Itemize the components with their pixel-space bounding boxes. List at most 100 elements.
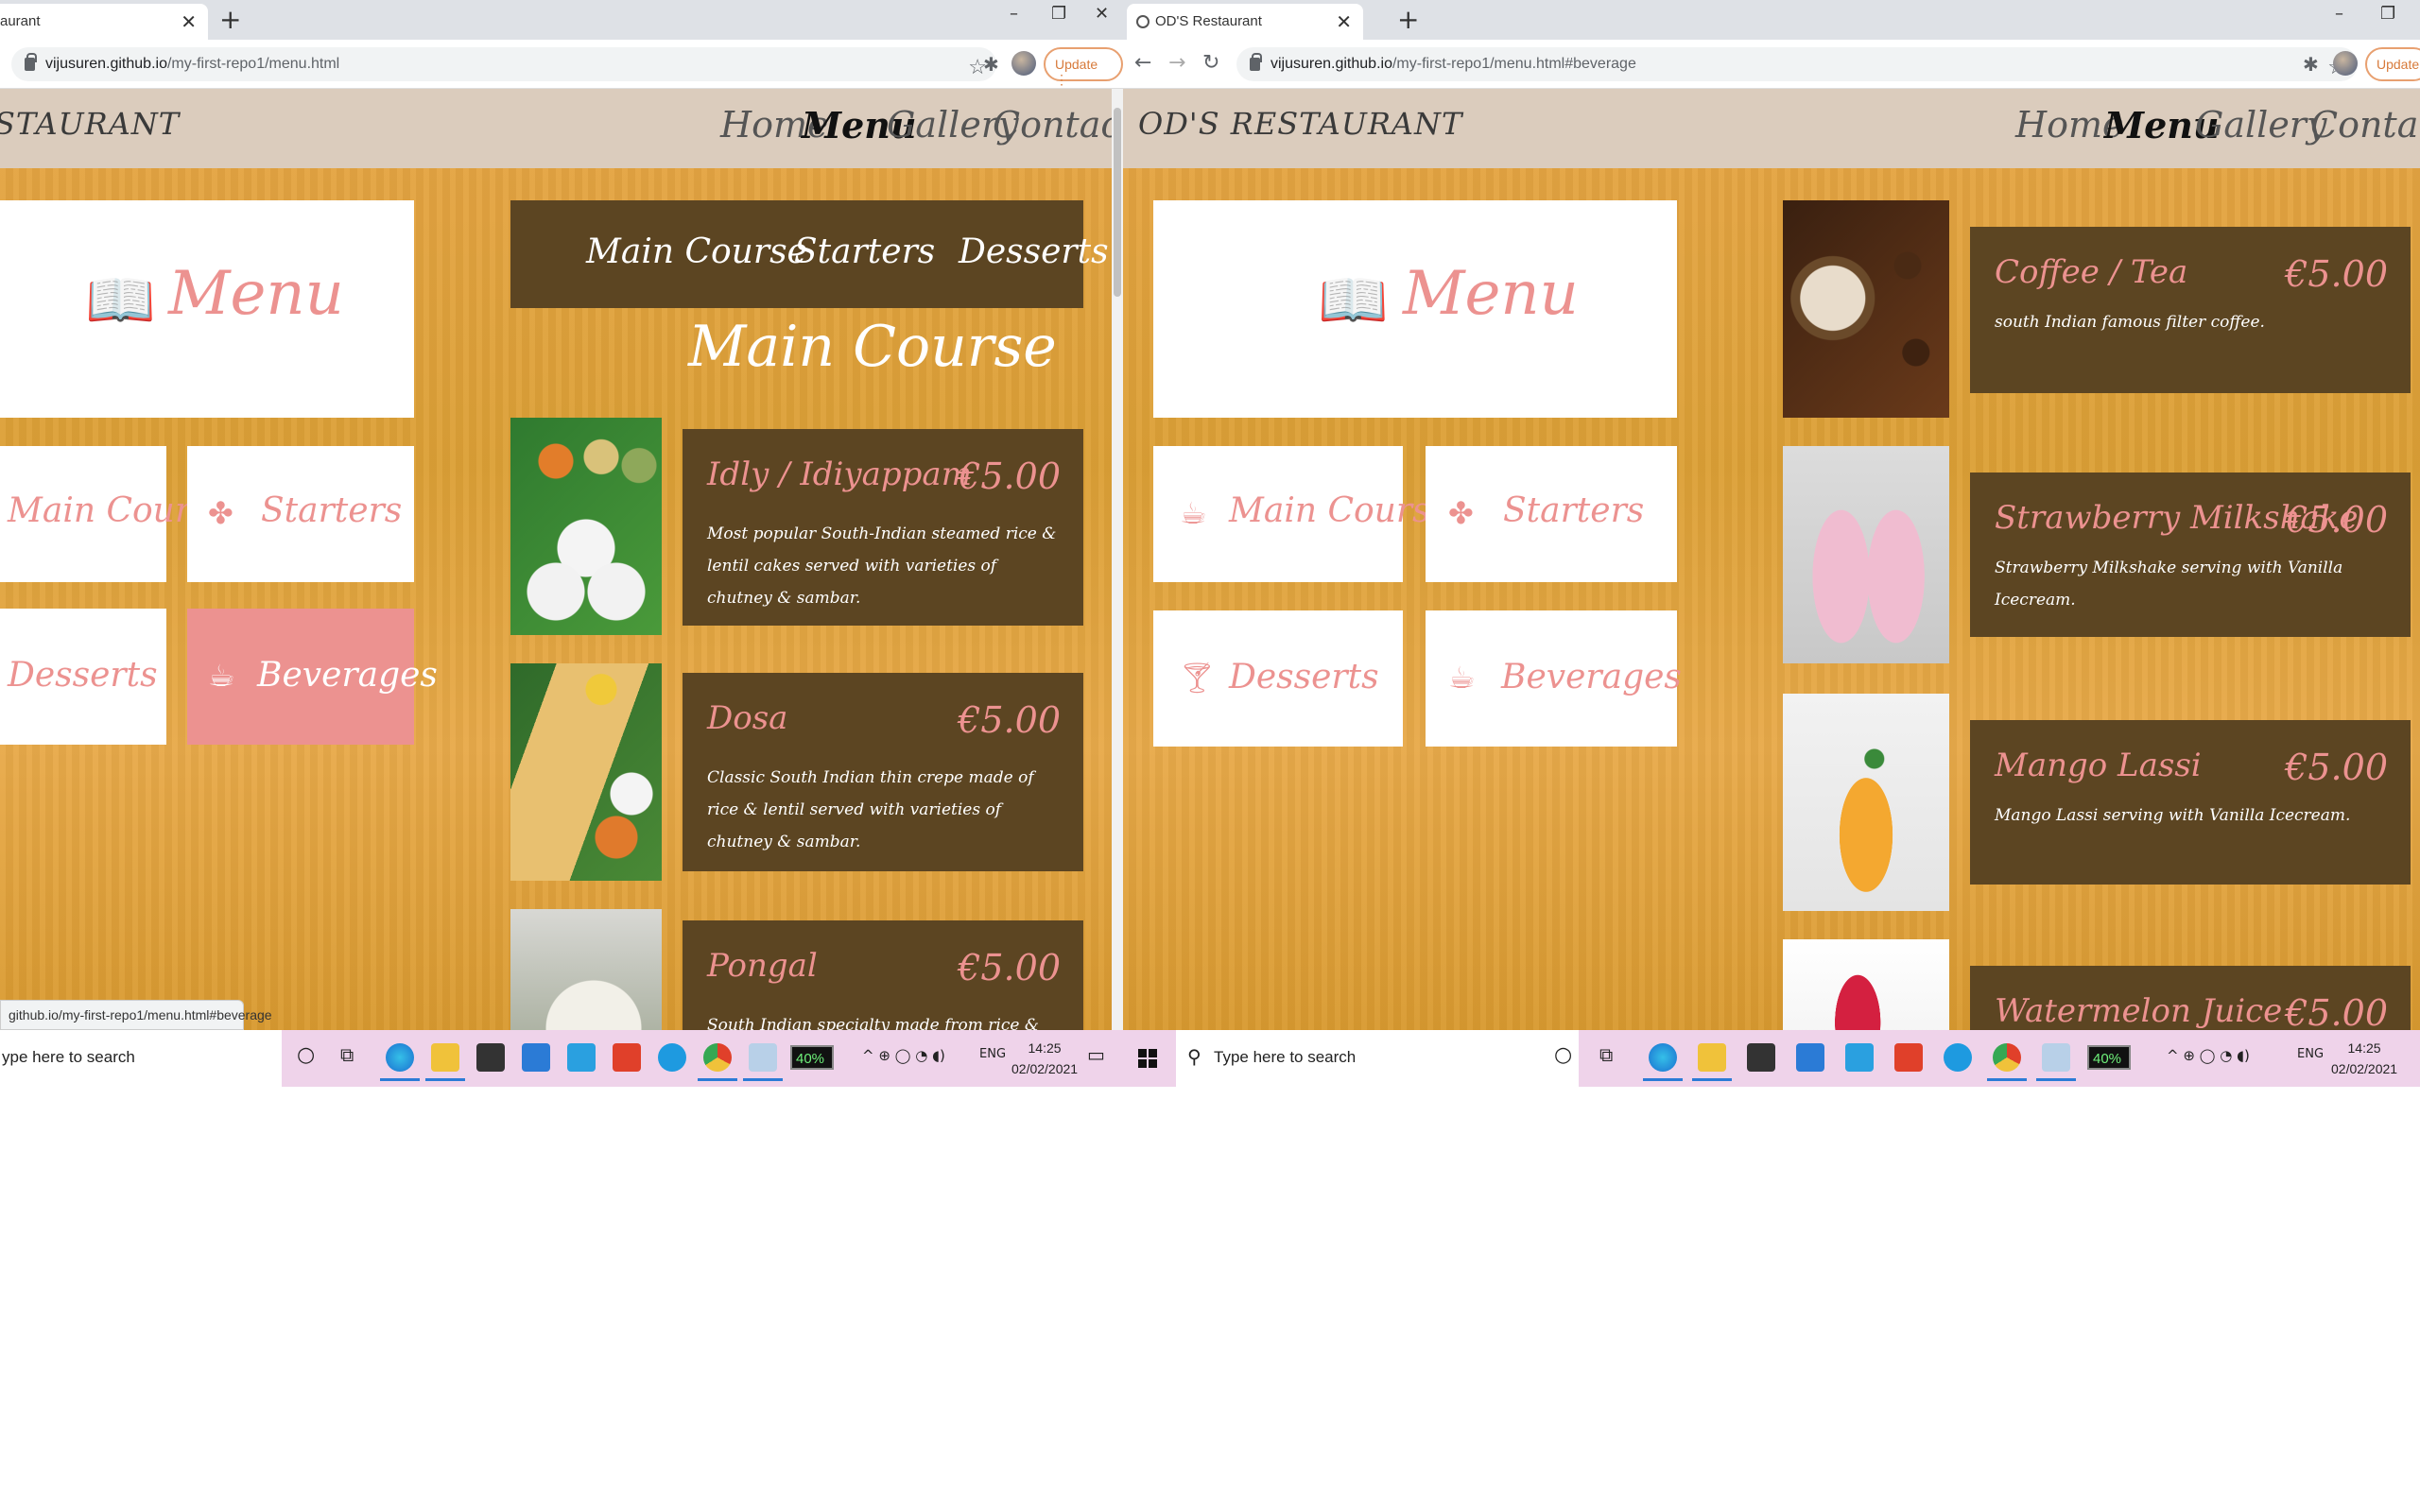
category-desserts[interactable]: 🍸︎ Desserts — [1153, 610, 1403, 747]
paint-icon[interactable] — [2036, 1043, 2076, 1081]
mail-icon[interactable] — [1796, 1043, 1824, 1072]
browser-tab[interactable]: aurant ✕ — [0, 4, 208, 40]
tab-starters[interactable]: Starters — [794, 232, 935, 271]
windows-logo-icon[interactable] — [1138, 1049, 1157, 1068]
clock[interactable]: 14:25 02/02/2021 — [2331, 1038, 2397, 1079]
nav-contact[interactable]: Contact — [2310, 104, 2420, 146]
close-window-button[interactable]: ✕ — [1095, 4, 1109, 24]
file-explorer-icon[interactable] — [425, 1043, 465, 1081]
dish-name: Idly / Idiyappam — [707, 455, 972, 493]
chrome-icon[interactable] — [1987, 1043, 2027, 1081]
coffee-cup-icon: ☕ — [1180, 495, 1207, 531]
url-path: /my-first-repo1/menu.html#beverage — [1392, 56, 1636, 72]
users-icon: ✤ — [1448, 495, 1474, 531]
category-main-course[interactable]: ☕ Main Course — [1153, 446, 1450, 582]
minimize-button[interactable]: – — [2335, 4, 2343, 24]
category-desserts[interactable]: Desserts — [0, 609, 166, 745]
search-placeholder: ype here to search — [2, 1048, 135, 1066]
skype-icon[interactable] — [1944, 1043, 1972, 1072]
close-tab-icon[interactable]: ✕ — [181, 10, 197, 34]
category-beverages[interactable]: ☕ Beverages — [1426, 610, 1682, 747]
update-button[interactable]: Update — [2365, 47, 2420, 81]
clock[interactable]: 14:25 02/02/2021 — [1011, 1038, 1078, 1079]
users-icon: ✤ — [208, 495, 233, 531]
minimize-button[interactable]: – — [1010, 4, 1018, 24]
site-brand[interactable]: STAURANT — [0, 106, 180, 142]
category-starters[interactable]: ✤ Starters — [1426, 446, 1677, 582]
edge-icon[interactable] — [1643, 1043, 1683, 1081]
puzzle-icon[interactable]: ✱ — [2303, 53, 2319, 76]
browser-tab[interactable]: OD'S Restaurant ✕ — [1127, 4, 1363, 40]
category-label: Starters — [1503, 491, 1645, 530]
dish-name: Dosa — [707, 699, 788, 737]
drink-name: Watermelon Juice — [1995, 992, 2283, 1030]
nav-gallery[interactable]: Gallery — [2195, 104, 2326, 146]
cortana-icon[interactable]: ○ — [297, 1043, 315, 1067]
avatar[interactable] — [1011, 51, 1036, 76]
category-label: Beverages — [1501, 658, 1682, 696]
drink-image-watermelon — [1783, 939, 1949, 1030]
language-indicator[interactable]: ENG — [2297, 1047, 2324, 1061]
restore-button[interactable]: ❐ — [1051, 4, 1066, 24]
tab-main-course[interactable]: Main Course — [586, 232, 807, 271]
new-tab-button[interactable]: + — [1397, 4, 1419, 35]
dish-image-idly — [510, 418, 662, 635]
office-icon[interactable] — [1894, 1043, 1923, 1072]
dish-card-idly: Idly / Idiyappam €5.00 Most popular Sout… — [683, 429, 1083, 626]
task-view-icon[interactable]: ⧉ — [340, 1043, 354, 1066]
category-label: Desserts — [1229, 658, 1379, 696]
file-explorer-icon[interactable] — [1692, 1043, 1732, 1081]
mail-icon[interactable] — [522, 1043, 550, 1072]
tab-desserts[interactable]: Desserts — [959, 232, 1109, 271]
reload-icon[interactable]: ↻ — [1202, 51, 1219, 75]
category-beverages[interactable]: ☕ Beverages — [187, 609, 438, 745]
site-navbar: STAURANT Home Menu Gallery Contact — [0, 89, 1112, 168]
drink-desc: south Indian famous filter coffee. — [1995, 313, 2265, 332]
skype-icon[interactable] — [658, 1043, 686, 1072]
scroll-thumb[interactable] — [1114, 108, 1121, 297]
restore-button[interactable]: ❐ — [2380, 4, 2395, 24]
puzzle-icon[interactable]: ✱ — [983, 53, 999, 76]
address-bar[interactable]: vijusuren.github.io/my-first-repo1/menu.… — [11, 47, 996, 81]
nav-contact[interactable]: Contact — [993, 104, 1112, 146]
back-icon[interactable]: ← — [1134, 51, 1151, 75]
task-view-icon[interactable]: ⧉ — [1599, 1043, 1613, 1066]
dish-price: €5.00 — [958, 947, 1061, 988]
address-bar[interactable]: vijusuren.github.io/my-first-repo1/menu.… — [1236, 47, 2358, 81]
language-indicator[interactable]: ENG — [979, 1047, 1006, 1061]
drink-name: Mango Lassi — [1995, 747, 2202, 784]
page-viewport: OD'S RESTAURANT Home Menu Gallery Contac… — [1123, 89, 2420, 1030]
battery-badge: 40% — [2087, 1045, 2131, 1070]
drink-image-coffee — [1783, 200, 1949, 418]
notification-icon[interactable]: ▭ — [1087, 1043, 1105, 1066]
lock-icon — [25, 53, 37, 71]
right-browser-window: OD'S Restaurant ✕ + – ❐ ← → ↻ vijusuren.… — [1123, 0, 2420, 1087]
chrome-icon[interactable] — [698, 1043, 737, 1081]
system-tray-icons[interactable]: ^ ⊕ ◯ ◔ ◖) — [2167, 1047, 2250, 1064]
close-tab-icon[interactable]: ✕ — [1336, 10, 1352, 34]
store-icon[interactable] — [476, 1043, 505, 1072]
avatar[interactable] — [2333, 51, 2358, 76]
dish-image-pongal — [510, 909, 662, 1030]
cortana-icon[interactable]: ○ — [1554, 1043, 1572, 1067]
paint-icon[interactable] — [743, 1043, 783, 1081]
drink-image-mango-lassi — [1783, 694, 1949, 911]
windows-taskbar: ⚲ Type here to search ○ ⧉ 40% ^ ⊕ ◯ ◔ ◖)… — [1123, 1030, 2420, 1087]
system-tray-icons[interactable]: ^ ⊕ ◯ ◔ ◖) — [862, 1047, 945, 1064]
store-icon[interactable] — [1747, 1043, 1775, 1072]
category-main-course[interactable]: Main Course — [0, 446, 229, 582]
taskbar-search-input[interactable]: ype here to search — [0, 1030, 282, 1087]
forward-icon[interactable]: → — [1168, 51, 1185, 75]
new-tab-button[interactable]: + — [219, 4, 241, 35]
l-app-icon[interactable] — [567, 1043, 596, 1072]
site-navbar: OD'S RESTAURANT Home Menu Gallery Contac… — [1123, 89, 2420, 168]
page-scrollbar[interactable] — [1112, 89, 1123, 1030]
taskbar-search-input[interactable]: ⚲ Type here to search — [1176, 1030, 1579, 1087]
left-browser-window: aurant ✕ + – ❐ ✕ vijusuren.github.io/my-… — [0, 0, 1123, 1087]
edge-icon[interactable] — [380, 1043, 420, 1081]
site-brand[interactable]: OD'S RESTAURANT — [1138, 106, 1462, 142]
l-app-icon[interactable] — [1845, 1043, 1874, 1072]
office-icon[interactable] — [613, 1043, 641, 1072]
update-button[interactable]: Update ⋮ — [1044, 47, 1123, 87]
category-starters[interactable]: ✤ Starters — [187, 446, 414, 582]
